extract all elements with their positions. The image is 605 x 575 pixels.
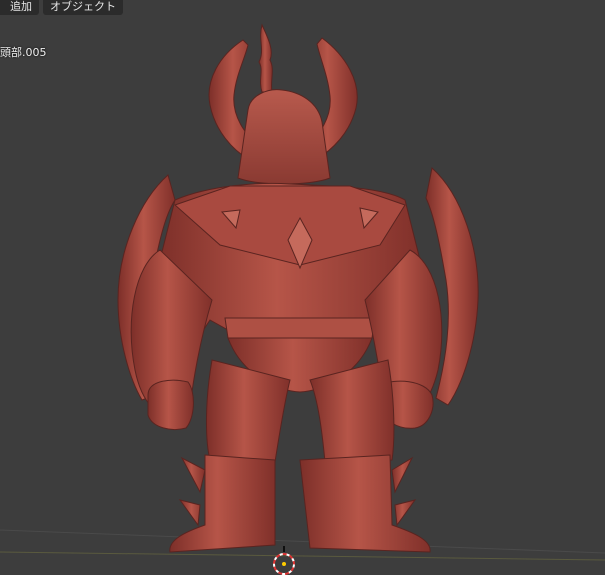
right-boot-spike xyxy=(391,456,417,527)
character-model[interactable] xyxy=(117,23,479,553)
left-fist xyxy=(147,379,194,430)
menu-add[interactable]: 追加 xyxy=(0,0,39,15)
helmet xyxy=(237,89,331,185)
3d-cursor-icon[interactable] xyxy=(273,546,295,575)
left-boot-spike xyxy=(178,456,206,527)
viewport-header-menu: 追加 オブジェクト xyxy=(0,0,123,15)
floor-grid xyxy=(0,529,605,561)
grid-line-y xyxy=(0,551,605,561)
grid-line-x xyxy=(0,529,605,554)
viewport-scene xyxy=(0,23,605,575)
3d-viewport[interactable]: 追加 オブジェクト 頭部.005 xyxy=(0,0,605,575)
active-object-label: 頭部.005 xyxy=(0,46,47,59)
center-spike xyxy=(258,23,273,93)
menu-object[interactable]: オブジェクト xyxy=(43,0,123,15)
belt xyxy=(224,317,376,339)
